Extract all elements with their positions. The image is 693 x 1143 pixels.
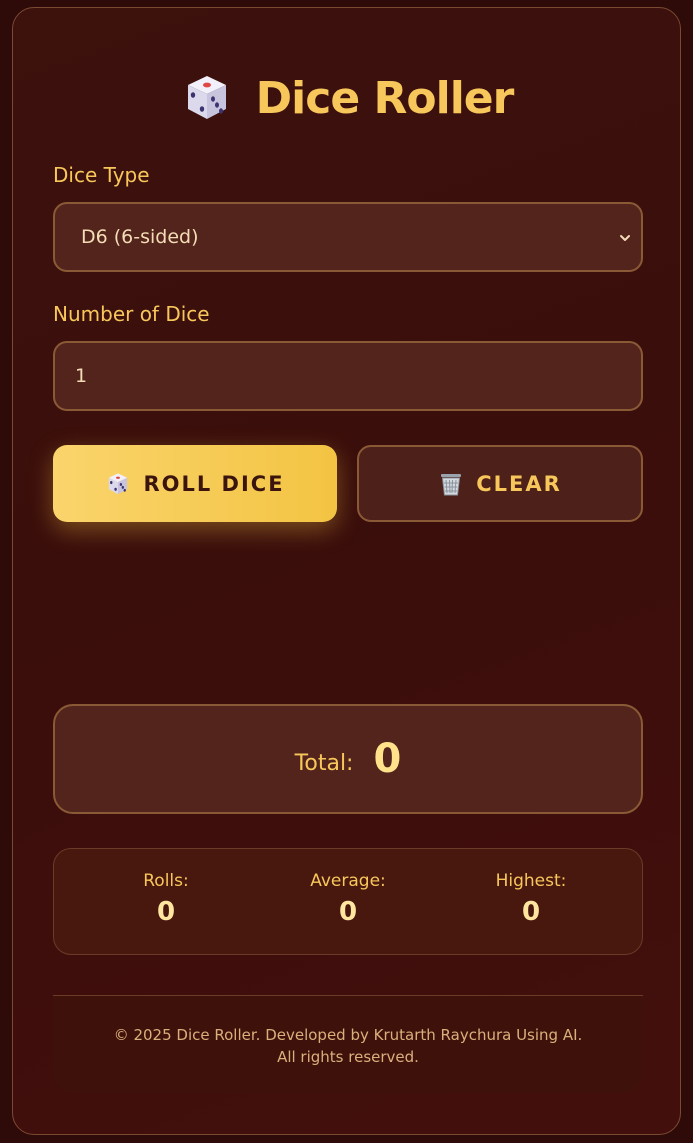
wastebasket-icon: [441, 473, 462, 495]
chevron-down-icon: [620, 235, 630, 241]
stat-rolls: Rolls: 0: [76, 871, 256, 927]
total-panel: Total: 0: [53, 704, 643, 814]
stat-value: 0: [338, 897, 358, 927]
dice-icon: [187, 76, 226, 119]
dice-count-value: 1: [75, 365, 88, 387]
dice-roller-card: Dice Roller Dice Type D6 (6-sided) Numbe…: [12, 7, 681, 1135]
roll-dice-label: ROLL DICE: [143, 471, 285, 496]
stat-label: Average:: [310, 871, 386, 891]
stat-label: Rolls:: [143, 871, 189, 891]
total-label: Total:: [294, 750, 354, 776]
stats-panel: Rolls: 0 Average: 0 Highest: 0: [53, 848, 643, 955]
stat-highest: Highest: 0: [441, 871, 621, 927]
dice-type-label: Dice Type: [53, 163, 150, 187]
stat-value: 0: [156, 897, 176, 927]
footer: © 2025 Dice Roller. Developed by Krutart…: [53, 995, 643, 1093]
page-title: Dice Roller: [255, 72, 515, 124]
stat-label: Highest:: [495, 871, 567, 891]
roll-dice-button[interactable]: ROLL DICE: [53, 445, 337, 522]
dice-icon: [109, 472, 128, 494]
dice-type-selected-value: D6 (6-sided): [81, 226, 199, 248]
clear-button[interactable]: CLEAR: [357, 445, 643, 522]
page-header: Dice Roller: [13, 66, 680, 130]
stat-value: 0: [521, 897, 541, 927]
dice-count-label: Number of Dice: [53, 302, 210, 326]
stat-average: Average: 0: [258, 871, 438, 927]
footer-text: © 2025 Dice Roller. Developed by Krutart…: [113, 1026, 583, 1066]
dice-count-input[interactable]: 1: [53, 341, 643, 411]
dice-type-select[interactable]: D6 (6-sided): [53, 202, 643, 272]
clear-label: CLEAR: [476, 471, 562, 496]
total-value: 0: [373, 736, 402, 782]
